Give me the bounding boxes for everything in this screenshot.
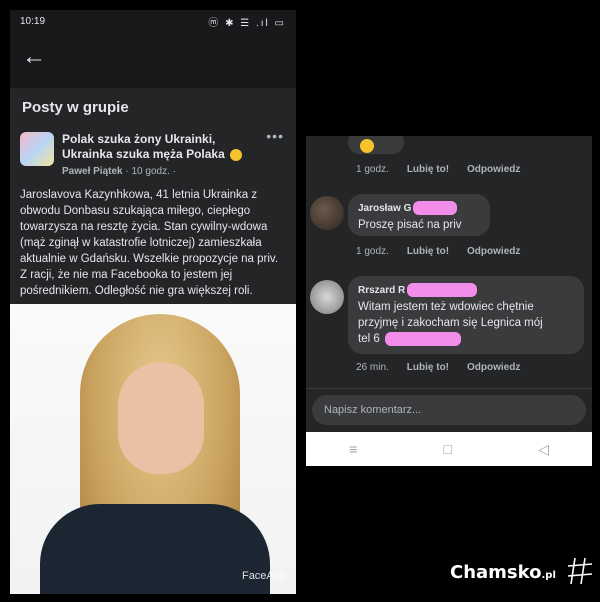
comment-text-line2: przyjmę i zakocham się Legnica mój [358,317,543,329]
avatar[interactable] [310,196,344,230]
grin-emoji-icon [360,138,374,153]
site-watermark: Chamsko.pl [450,562,556,583]
menu-nav-icon[interactable]: ≡ [349,441,357,457]
like-button[interactable]: Lubię to! [407,362,449,373]
top-bar: ← [10,32,296,82]
like-button[interactable]: Lubię to! [407,164,449,175]
back-nav-icon[interactable]: ◁ [538,441,549,458]
comment-input-bar: Napisz komentarz... [306,388,592,432]
more-dots-icon[interactable]: ••• [266,128,284,144]
comment-actions: 1 godz. Lubię to! Odpowiedz [356,246,520,257]
photo-shirt [40,504,270,594]
comment-time: 1 godz. [356,246,389,257]
author-name[interactable]: Paweł Piątek [62,166,123,177]
post-text: Jaroslavova Kazynhkowa, 41 letnia Ukrain… [20,189,279,297]
home-nav-icon[interactable]: □ [443,441,451,457]
commenter-name-text: Jarosław G [358,202,412,214]
group-name-line1: Polak szuka żony Ukrainki, [62,132,216,146]
right-phone-screenshot: 1 godz. Lubię to! Odpowiedz Jarosław G P… [306,136,592,466]
comment-text-line1: Witam jestem też wdowiec chętnie [358,301,534,313]
photo-watermark: FaceApp [241,570,286,582]
back-arrow-icon[interactable]: ← [22,45,46,69]
reply-button[interactable]: Odpowiedz [467,362,520,373]
commenter-name-text: Rrszard R [358,284,406,296]
section-title: Posty w grupie [10,82,296,126]
like-button[interactable]: Lubię to! [407,246,449,257]
post-time: · 10 godz. · [125,166,176,177]
comment-text: Witam jestem też wdowiec chętnie przyjmę… [358,299,574,347]
comment-bubble: Jarosław G Proszę pisać na priv [348,194,490,236]
status-time: 10:19 [20,15,46,27]
comment-actions: 1 godz. Lubię to! Odpowiedz [356,164,520,175]
redaction-mark [407,283,478,297]
group-name-line2: Ukrainka szuka męża Polaka [62,147,225,161]
avatar[interactable] [310,280,344,314]
comment-text: Proszę pisać na priv [358,219,462,231]
commenter-name[interactable]: Jarosław G [358,201,480,215]
post-photo[interactable]: FaceApp [10,304,296,594]
smile-emoji-icon [230,148,243,161]
site-watermark-tld: .pl [541,570,556,581]
author-line: Paweł Piątek · 10 godz. · [62,166,286,177]
comment-bubble: Rrszard R Witam jestem też wdowiec chętn… [348,276,584,354]
status-bar: 10:19 ⓜ ✱ ☰ .ıl ▭ [10,10,296,32]
group-avatar[interactable] [20,132,54,166]
redaction-mark [384,331,461,346]
status-icons: ⓜ ✱ ☰ .ıl ▭ [208,17,286,29]
left-phone-screenshot: 10:19 ⓜ ✱ ☰ .ıl ▭ ← Posty w grupie Polak… [10,10,296,594]
commenter-name[interactable]: Rrszard R [358,283,574,297]
reply-button[interactable]: Odpowiedz [467,246,520,257]
android-nav-bar: ≡ □ ◁ [306,432,592,466]
redaction-mark [413,201,458,215]
comment-time: 1 godz. [356,164,389,175]
photo-face [118,362,204,474]
comment-text-line3: tel 6 [358,333,380,345]
comment-bubble [348,136,404,154]
comment-time: 26 min. [356,362,389,373]
comment-actions: 26 min. Lubię to! Odpowiedz [356,362,520,373]
group-name[interactable]: Polak szuka żony Ukrainki, Ukrainka szuk… [62,132,286,162]
site-watermark-name: Chamsko [450,562,542,583]
reply-button[interactable]: Odpowiedz [467,164,520,175]
post-meta: Polak szuka żony Ukrainki, Ukrainka szuk… [62,132,286,177]
hash-logo-icon [567,557,593,585]
comment-input[interactable]: Napisz komentarz... [312,395,586,425]
post-header: Polak szuka żony Ukrainki, Ukrainka szuk… [10,126,296,177]
